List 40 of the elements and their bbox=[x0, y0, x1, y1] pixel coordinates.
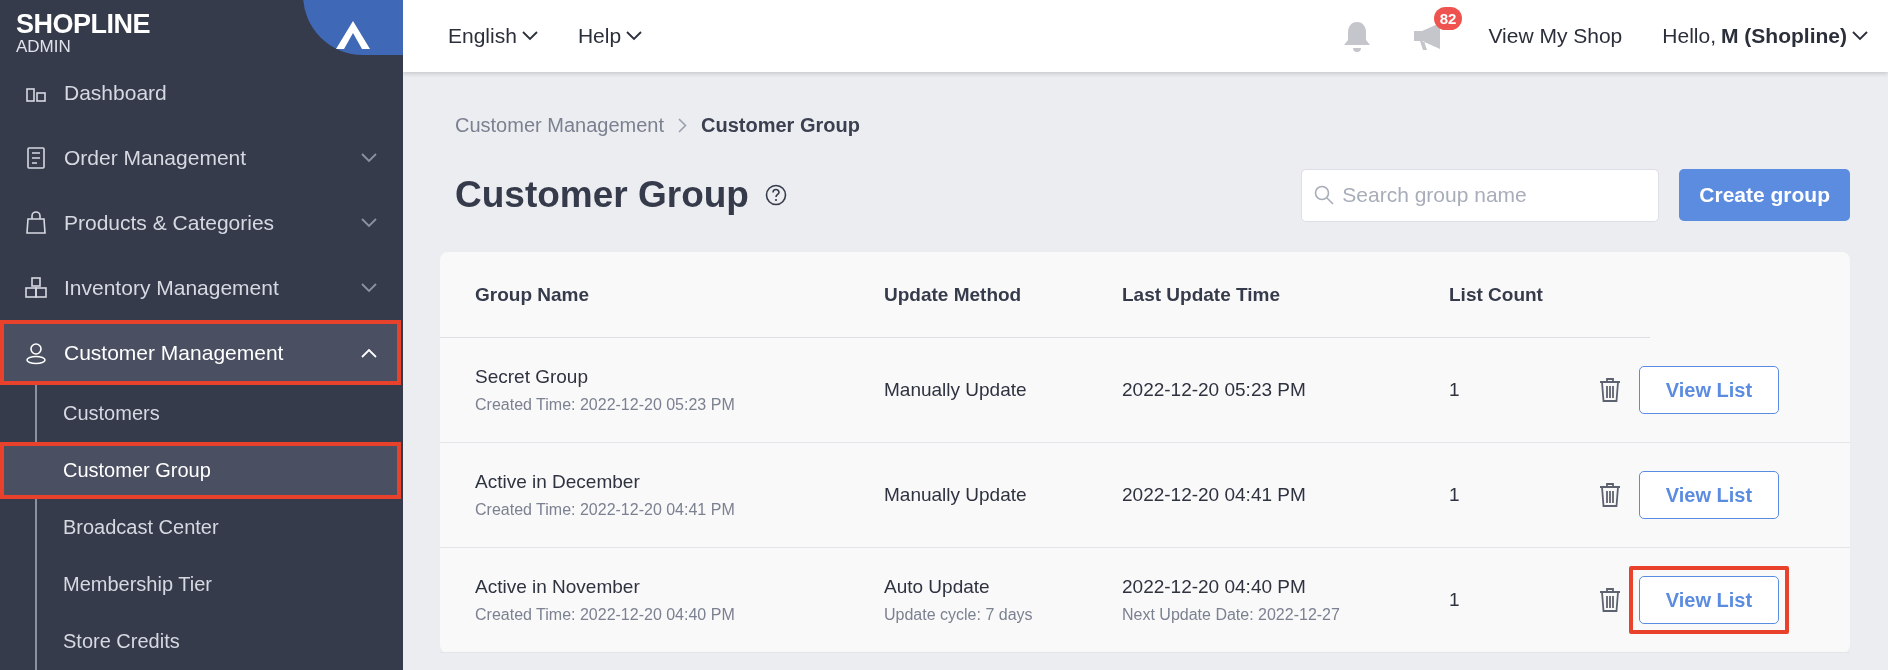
view-shop-link[interactable]: View My Shop bbox=[1488, 24, 1623, 48]
sidebar-item[interactable]: Inventory Management bbox=[0, 255, 401, 320]
column-header: Update Method bbox=[884, 283, 1023, 306]
update-method: Manually Update bbox=[884, 484, 1028, 506]
sidebar-subitem[interactable]: Customers bbox=[37, 385, 401, 442]
last-update-time: 2022-12-20 04:40 PM bbox=[1122, 576, 1307, 598]
next-update-date: Next Update Date: 2022-12-27 bbox=[1122, 606, 1341, 624]
update-method: Manually Update bbox=[884, 379, 1028, 401]
sidebar-item[interactable]: Dashboard bbox=[0, 60, 401, 125]
user-menu[interactable]: Hello, M (Shopline) bbox=[1662, 24, 1868, 48]
breadcrumb-item: Customer Group bbox=[701, 113, 860, 137]
page-title: Customer Group bbox=[455, 174, 749, 216]
list-count: 1 bbox=[1449, 379, 1461, 401]
list-count: 1 bbox=[1449, 589, 1461, 611]
update-method: Auto Update bbox=[884, 576, 991, 598]
sidebar-subitem[interactable]: Broadcast Center bbox=[37, 499, 401, 556]
column-header: Last Update Time bbox=[1122, 283, 1282, 306]
created-time: Created Time: 2022-12-20 04:41 PM bbox=[475, 501, 736, 519]
last-update-time: 2022-12-20 05:23 PM bbox=[1122, 379, 1307, 401]
group-name: Active in November bbox=[475, 576, 641, 598]
column-header: List Count bbox=[1449, 283, 1544, 306]
dropdown-menu[interactable]: English bbox=[448, 24, 538, 48]
group-name: Secret Group bbox=[475, 366, 589, 388]
created-time: Created Time: 2022-12-20 04:40 PM bbox=[475, 606, 736, 624]
search-field[interactable]: Search group name bbox=[1301, 168, 1660, 222]
logo: SHOPLINE ADMIN bbox=[16, 8, 151, 58]
notification-badge: 82 bbox=[1433, 7, 1463, 30]
update-cycle: Update cycle: 7 days bbox=[884, 606, 1034, 624]
sidebar-item[interactable]: Order Management bbox=[0, 125, 401, 190]
sidebar-subitem[interactable]: Customer Group bbox=[0, 442, 401, 499]
sidebar-subitem[interactable]: Membership Tier bbox=[37, 556, 401, 613]
column-header: Group Name bbox=[475, 283, 591, 306]
dropdown-menu[interactable]: Help bbox=[577, 24, 643, 48]
created-time: Created Time: 2022-12-20 05:23 PM bbox=[475, 396, 736, 414]
last-update-time: 2022-12-20 04:41 PM bbox=[1122, 484, 1307, 506]
list-count: 1 bbox=[1449, 484, 1461, 506]
sidebar-item[interactable]: Customer Management bbox=[0, 320, 401, 385]
sidebar-subitem[interactable]: Store Credits bbox=[37, 613, 401, 670]
group-name: Active in December bbox=[475, 471, 641, 493]
sidebar-item[interactable]: Products & Categories bbox=[0, 190, 401, 255]
